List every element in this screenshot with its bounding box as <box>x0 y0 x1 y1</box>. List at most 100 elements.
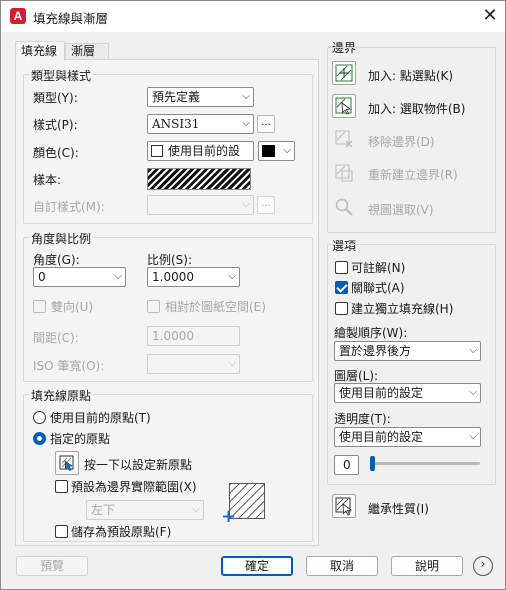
layer-value: 使用目前的設定 <box>339 386 424 400</box>
swatch-label: 樣本: <box>33 173 62 187</box>
recreate-boundary-icon <box>335 164 353 182</box>
tab-gradient[interactable]: 漸層 <box>65 43 109 59</box>
store-default-checkbox[interactable] <box>55 525 68 538</box>
separate-hatches-checkbox[interactable] <box>335 302 348 315</box>
transparency-label: 透明度(T): <box>334 412 391 426</box>
title-bar: A 填充線與漸層 ✕ <box>1 1 505 32</box>
transparency-value: 使用目前的設定 <box>339 430 424 444</box>
spacing-value: 1.0000 <box>152 329 194 343</box>
set-origin-button[interactable] <box>55 451 79 475</box>
pattern-swatch[interactable] <box>147 168 251 190</box>
transparency-slider-track[interactable] <box>372 462 480 465</box>
pattern-browse-button[interactable]: ... <box>257 115 275 133</box>
chevron-down-icon: ⌵ <box>242 199 250 210</box>
custom-pattern-combo[interactable]: ⌵ <box>147 195 254 215</box>
draw-order-value: 置於邊界後方 <box>339 344 412 358</box>
double-checkbox[interactable] <box>33 300 46 313</box>
remove-boundaries-label: 移除邊界(D) <box>368 135 435 149</box>
pattern-label: 樣式(P): <box>33 118 78 132</box>
inherit-properties-icon <box>335 497 353 516</box>
background-color-combo[interactable]: ⌵ <box>258 141 295 161</box>
type-combo[interactable]: 預先定義 ⌵ <box>147 87 254 107</box>
view-selections-button[interactable] <box>332 195 356 219</box>
custom-pattern-label: 自訂樣式(M): <box>33 200 105 214</box>
transparency-number-field[interactable]: 0 <box>334 455 359 475</box>
spacing-field[interactable]: 1.0000 <box>147 326 240 346</box>
layer-combo[interactable]: 使用目前的設定 ⌵ <box>334 383 481 403</box>
pattern-combo[interactable]: ANSI31 ⌵ <box>147 114 254 134</box>
draw-order-label: 繪製順序(W): <box>334 326 408 340</box>
angle-combo[interactable]: 0 ⌵ <box>33 267 126 287</box>
chevron-down-icon: ⌵ <box>228 271 236 282</box>
chevron-down-icon: ⌵ <box>469 387 477 398</box>
transparency-combo[interactable]: 使用目前的設定 ⌵ <box>334 427 481 447</box>
default-extents-checkbox[interactable] <box>55 480 68 493</box>
origin-title: 填充線原點 <box>29 387 94 404</box>
help-button[interactable]: 說明 <box>391 556 463 576</box>
recreate-boundary-button[interactable] <box>332 161 356 185</box>
tab-hatch[interactable]: 填充線 <box>15 41 65 61</box>
angle-label: 角度(G): <box>33 253 80 267</box>
magnifier-icon <box>335 198 353 216</box>
use-current-origin-radio[interactable] <box>33 411 46 424</box>
angle-value: 0 <box>38 270 46 284</box>
layer-label: 圖層(L): <box>334 369 379 383</box>
remove-boundaries-button[interactable] <box>332 127 356 151</box>
recreate-boundary-label: 重新建立邊界(R) <box>368 168 458 182</box>
relative-paper-checkbox[interactable] <box>147 300 160 313</box>
scale-label: 比例(S): <box>147 253 193 267</box>
remove-boundaries-icon <box>335 130 353 148</box>
double-label: 雙向(U) <box>51 300 94 314</box>
add-select-objects-button[interactable] <box>332 94 356 118</box>
chevron-down-icon: ⌵ <box>283 145 291 156</box>
type-label: 類型(Y): <box>33 91 78 105</box>
draw-order-combo[interactable]: 置於邊界後方 ⌵ <box>334 341 481 361</box>
hatch-dialog: A 填充線與漸層 ✕ 填充線 漸層 類型與樣式 類型(Y): 預先定義 ⌵ 樣式… <box>0 0 506 590</box>
color-label: 顏色(C): <box>33 146 79 160</box>
window-title: 填充線與漸層 <box>33 11 109 26</box>
iso-pen-label: ISO 筆寬(O): <box>33 359 105 373</box>
pick-points-icon <box>335 64 353 82</box>
set-origin-icon <box>59 455 74 471</box>
color-swatch-white <box>151 145 163 157</box>
add-pick-points-label: 加入: 點選點(K) <box>368 69 454 83</box>
cancel-button[interactable]: 取消 <box>306 556 378 576</box>
chevron-down-icon: ⌵ <box>242 118 250 129</box>
scale-combo[interactable]: 1.0000 ⌵ <box>147 267 240 287</box>
type-pattern-title: 類型與樣式 <box>29 67 94 84</box>
color-swatch-black <box>262 145 275 157</box>
more-options-icon[interactable]: › <box>473 556 493 576</box>
custom-pattern-browse-button[interactable]: ... <box>257 196 275 214</box>
scale-value: 1.0000 <box>152 270 194 284</box>
specified-origin-label: 指定的原點 <box>50 432 111 446</box>
default-extents-label: 預設為邊界實際範圍(X) <box>71 480 197 494</box>
set-origin-label: 按一下以設定新原點 <box>84 458 193 472</box>
type-value: 預先定義 <box>152 90 201 104</box>
color-value: 使用目前的設 <box>168 144 241 158</box>
origin-marker-icon: + <box>221 506 237 527</box>
extents-position-combo[interactable]: 左下 ⌵ <box>86 500 204 520</box>
associative-checkbox[interactable] <box>335 281 348 294</box>
view-selections-label: 視圖選取(V) <box>368 203 434 217</box>
iso-pen-combo[interactable]: ⌵ <box>147 354 240 374</box>
inherit-properties-button[interactable] <box>332 494 356 518</box>
select-objects-icon <box>335 97 352 115</box>
associative-label: 關聯式(A) <box>351 281 405 295</box>
specified-origin-radio[interactable] <box>33 432 46 445</box>
preview-button[interactable]: 預覽 <box>16 556 88 576</box>
annotative-label: 可註解(N) <box>351 261 406 275</box>
chevron-down-icon: ⌵ <box>242 91 250 102</box>
relative-paper-label: 相對於圖紙空間(E) <box>165 300 266 314</box>
annotative-checkbox[interactable] <box>335 261 348 274</box>
add-pick-points-button[interactable] <box>332 61 356 85</box>
chevron-down-icon: ⌵ <box>469 345 477 356</box>
chevron-down-icon: ⌵ <box>228 358 236 369</box>
transparency-slider-thumb[interactable] <box>370 456 375 471</box>
use-current-origin-label: 使用目前的原點(T) <box>50 411 151 425</box>
close-icon[interactable]: ✕ <box>477 4 503 28</box>
hatch-tab-panel: 類型與樣式 類型(Y): 預先定義 ⌵ 樣式(P): ANSI31 ⌵ ... … <box>15 59 319 546</box>
color-combo[interactable]: 使用目前的設 <box>147 141 254 161</box>
spacing-label: 間距(C): <box>33 331 79 345</box>
separate-hatches-label: 建立獨立填充線(H) <box>351 302 454 316</box>
ok-button[interactable]: 確定 <box>221 556 293 576</box>
